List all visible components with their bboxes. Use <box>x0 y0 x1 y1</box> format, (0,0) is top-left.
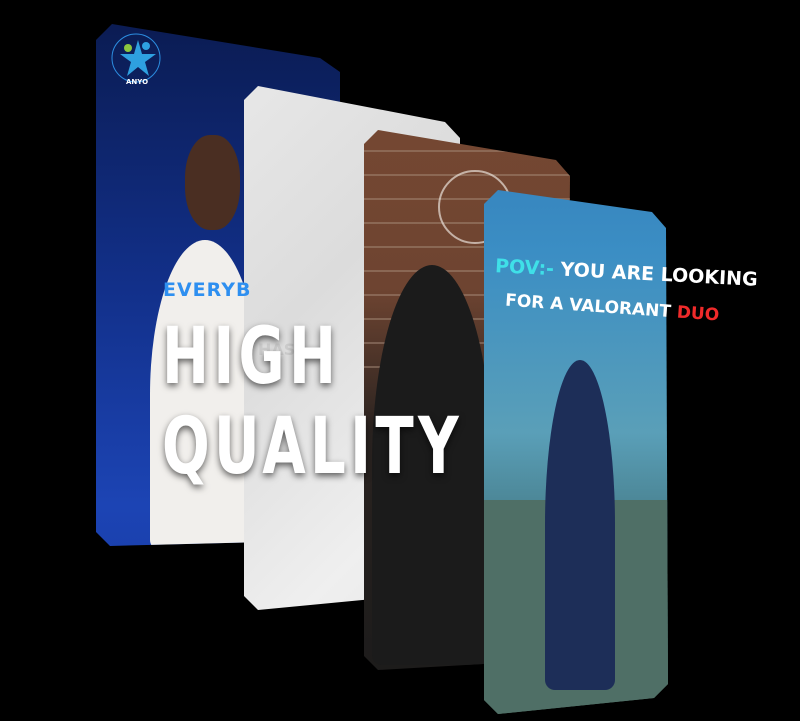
card1-caption: EVERYB <box>163 279 252 301</box>
pov-label: POV:- <box>494 255 555 281</box>
promo-stage: ANYO EVERYB HAS POV:- YOU ARE LOOKING FO… <box>0 0 800 721</box>
logo-acronym: ANYO <box>126 78 149 86</box>
anyo-logo-icon <box>111 33 161 83</box>
headline: HIGH QUALITY <box>162 312 463 492</box>
duo-highlight: DUO <box>676 302 720 326</box>
presenter-head <box>185 135 240 230</box>
